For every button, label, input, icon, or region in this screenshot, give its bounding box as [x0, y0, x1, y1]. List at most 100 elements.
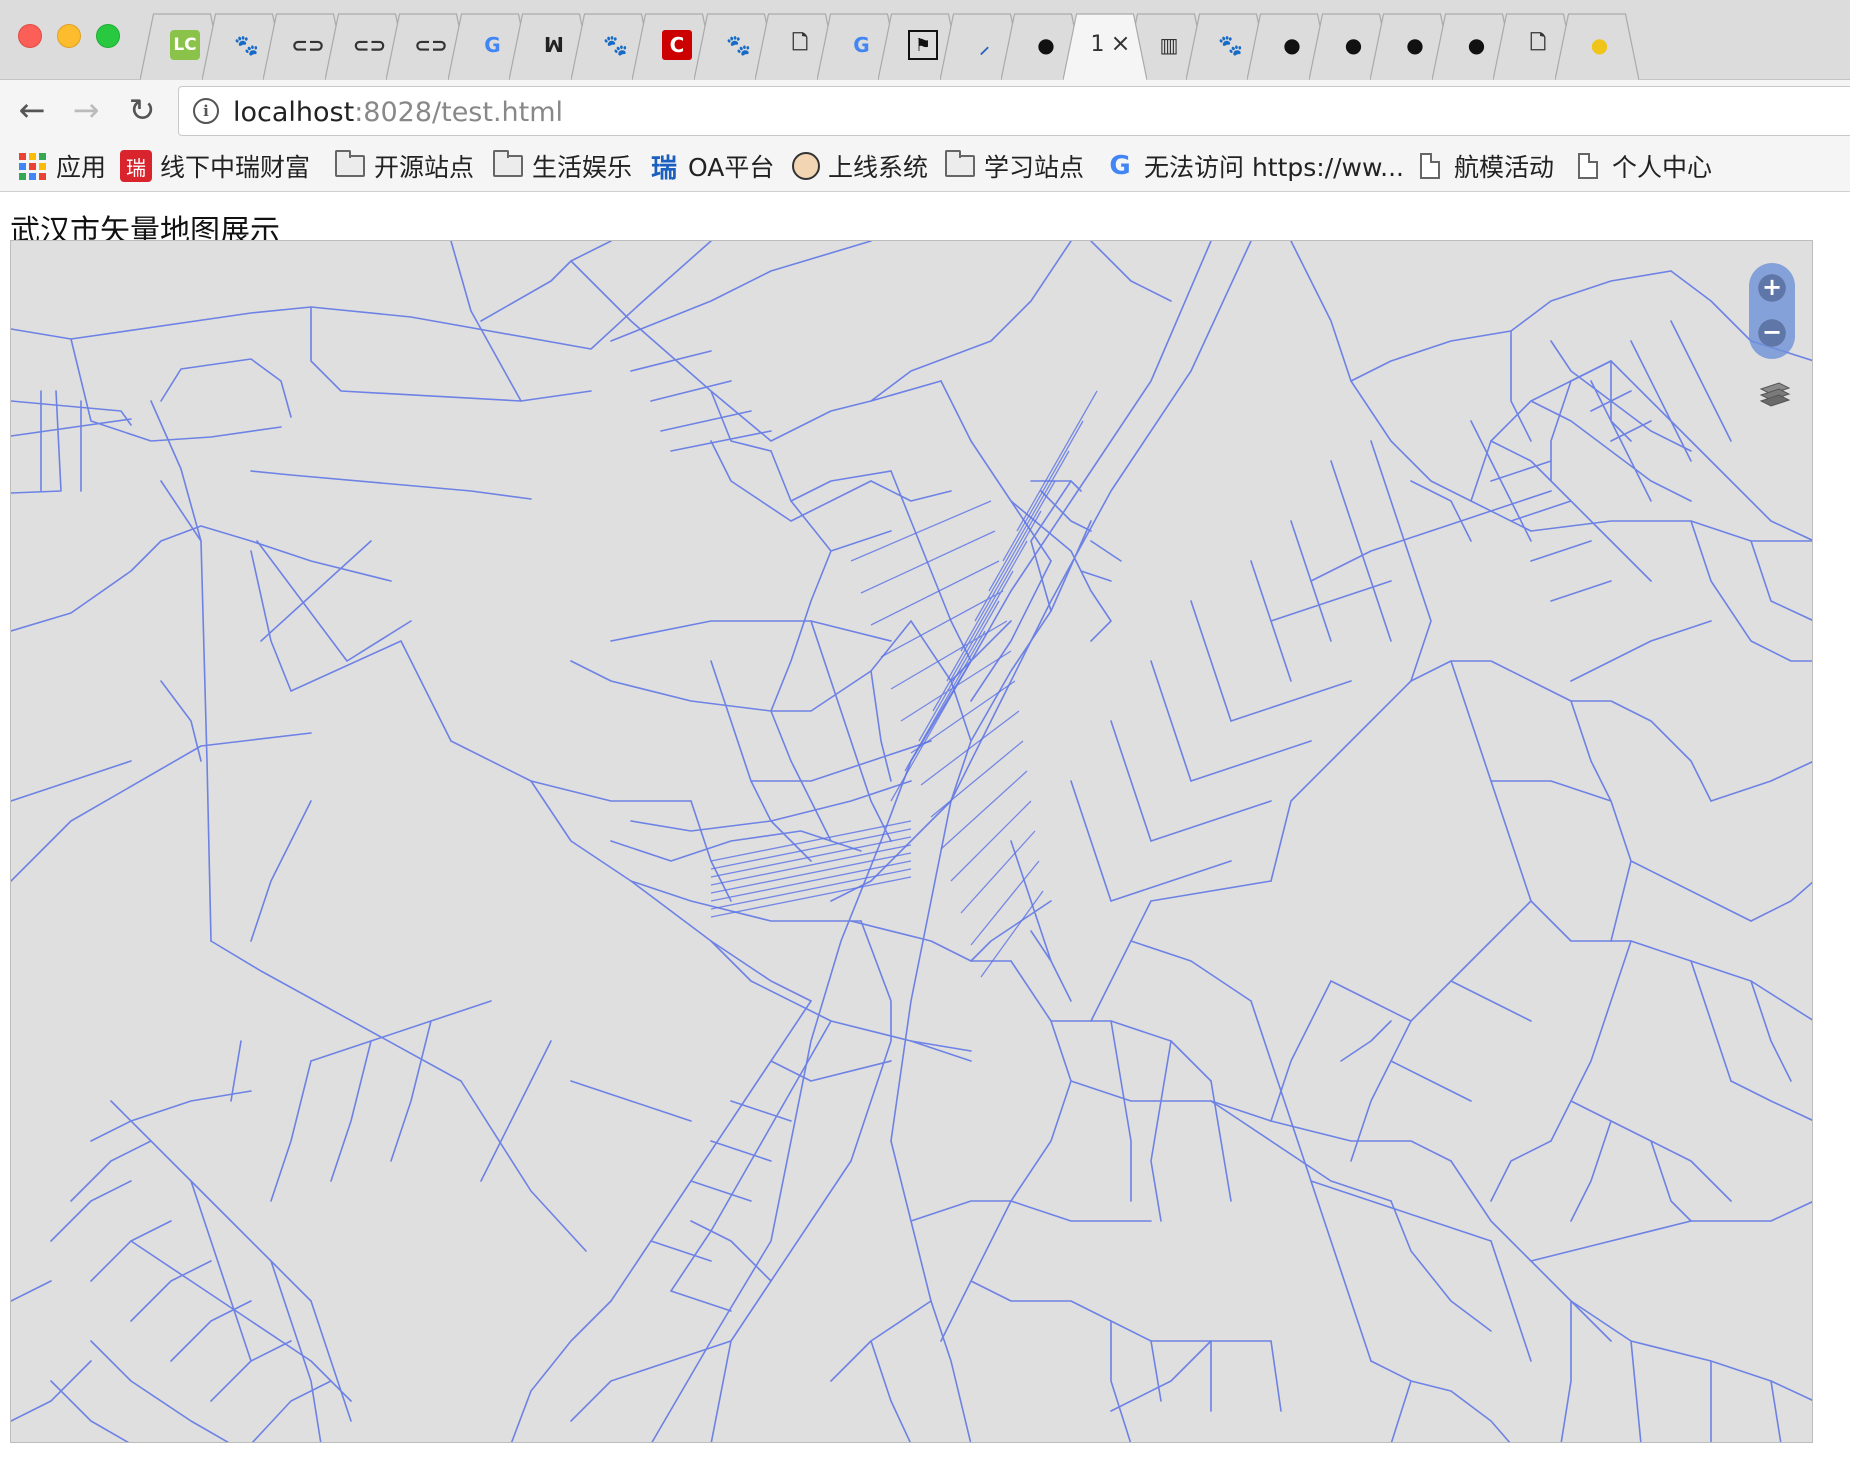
bookmark-item[interactable]: 上线系统 [792, 146, 928, 186]
road-segment [1110, 1320, 1132, 1442]
road-segment [1270, 1340, 1282, 1412]
bookmark-item[interactable]: 瑞 OA平台 [648, 146, 774, 186]
zoom-window-button[interactable] [96, 24, 120, 48]
zoom-in-button[interactable]: + [1758, 274, 1786, 302]
forward-arrow-icon: → [72, 91, 100, 129]
road-segment [710, 868, 912, 910]
road-segment [770, 1060, 892, 1082]
road-segment [1630, 860, 1752, 922]
jenkins-icon [792, 152, 820, 180]
road-segment [210, 1340, 292, 1402]
road-segment [1110, 860, 1232, 902]
flag-icon: ⚑ [908, 30, 938, 60]
road-segment [670, 1020, 832, 1292]
road-segment [130, 1260, 212, 1322]
road-segment [70, 338, 282, 442]
reload-icon: ↻ [128, 91, 156, 129]
address-bar[interactable]: i localhost:8028/test.html [178, 86, 1850, 136]
road-segment [1570, 1300, 1812, 1401]
red-square-icon: 瑞 [120, 150, 152, 182]
road-segment [870, 560, 1000, 626]
road-segment [1370, 440, 1432, 682]
browser-tab[interactable]: 1 × [1062, 12, 1147, 80]
road-segment [90, 1220, 172, 1282]
zoom-out-button[interactable]: − [1758, 319, 1786, 347]
road-segment [630, 780, 912, 832]
road-segment [1190, 740, 1312, 782]
road-segment [270, 1060, 312, 1202]
browser-tab[interactable]: ● [1554, 12, 1639, 80]
road-segment [1510, 330, 1532, 442]
road-segment [310, 1300, 352, 1422]
road-segment [160, 480, 202, 542]
road-segment [1050, 1020, 1212, 1082]
road-segment [850, 500, 992, 562]
road-segment [1490, 440, 1652, 582]
site-info-icon[interactable]: i [193, 98, 219, 124]
road-segment [50, 1380, 130, 1442]
bookmark-item[interactable]: 学习站点 [944, 146, 1084, 186]
road-segment [1270, 980, 1332, 1122]
page-icon: 🗋 [791, 30, 809, 54]
close-window-button[interactable] [18, 24, 42, 48]
road-segment [1570, 700, 1632, 862]
road-segment [950, 620, 1012, 682]
address-url[interactable]: localhost:8028/test.html [233, 97, 563, 128]
back-arrow-icon: ← [18, 91, 46, 129]
bookmark-item[interactable]: 生活娱乐 [492, 146, 632, 186]
bookmark-label: OA平台 [688, 153, 775, 182]
bookmark-item[interactable]: 航模活动 [1414, 146, 1554, 186]
road-segment [330, 1040, 372, 1182]
bookmark-item[interactable]: G 无法访问 https://ww... [1104, 146, 1404, 186]
road-segment [450, 241, 522, 402]
road-segment [930, 740, 1024, 818]
road-segment [910, 680, 1016, 754]
forward-button[interactable]: → [66, 90, 106, 130]
road-segment [690, 1100, 792, 1202]
road-segment [1530, 520, 1812, 542]
road-segment [1070, 780, 1112, 902]
github-icon: ● [1037, 33, 1055, 57]
road-segment [750, 740, 932, 782]
downtown-grid [710, 390, 1098, 978]
road-segment [940, 380, 1052, 562]
road-segment [1750, 980, 1792, 1082]
road-segment [510, 1300, 612, 1442]
road-segment [11, 1360, 92, 1422]
road-segment [1350, 900, 1532, 1162]
road-segment [1016, 390, 1098, 532]
road-segment [1230, 680, 1352, 722]
bookmark-item[interactable]: 瑞线下中瑞财富 [120, 146, 310, 186]
baidu-paw-icon: 🐾 [726, 33, 751, 57]
road-segment [150, 400, 212, 942]
bookmark-item[interactable]: 应用 [16, 146, 106, 186]
road-segment [1730, 1080, 1812, 1121]
bookmark-label: 开源站点 [374, 153, 475, 182]
road-segment [610, 241, 872, 342]
road-segment [50, 1180, 132, 1242]
road-segment [1610, 360, 1632, 442]
road-segment [651, 660, 972, 1442]
close-tab-icon[interactable]: × [1111, 29, 1131, 57]
reload-button[interactable]: ↻ [122, 90, 162, 130]
bookmark-item[interactable]: 个人中心 [1572, 146, 1712, 186]
road-segment [690, 1220, 772, 1282]
road-segment [710, 876, 912, 918]
bookmark-label: 个人中心 [1612, 153, 1713, 182]
road-segment [1310, 1180, 1492, 1242]
road-segment [610, 620, 892, 642]
layers-icon[interactable] [1757, 379, 1793, 409]
bookmark-item[interactable]: 开源站点 [334, 146, 474, 186]
back-button[interactable]: ← [12, 90, 52, 130]
road-segment [1690, 960, 1732, 1082]
road-segment [250, 800, 312, 942]
road-segment [570, 1080, 692, 1122]
page-icon: 🗋 [1529, 30, 1547, 54]
road-segment [1560, 1300, 1572, 1442]
github-icon: ● [1467, 33, 1486, 57]
map-viewport[interactable]: + − [10, 240, 1813, 1443]
road-segment [11, 760, 132, 802]
road-segment [570, 1340, 732, 1422]
link-icon: ⊂⊃ [414, 33, 448, 57]
minimize-window-button[interactable] [57, 24, 81, 48]
